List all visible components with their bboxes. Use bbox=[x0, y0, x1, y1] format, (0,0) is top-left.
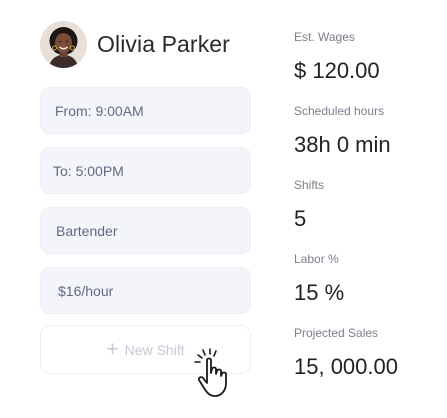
role-field[interactable]: Bartender bbox=[40, 207, 251, 254]
start-time-field[interactable]: From: 9:00AM bbox=[40, 87, 251, 134]
avatar bbox=[40, 21, 87, 68]
start-time-value: From: 9:00AM bbox=[55, 102, 144, 119]
avatar-image bbox=[40, 21, 87, 68]
shifts-label: Shifts bbox=[294, 178, 325, 192]
scheduled-hours-value: 38h 0 min bbox=[294, 132, 391, 157]
labor-percent-value: 15 % bbox=[294, 280, 345, 305]
labor-percent-label: Labor % bbox=[294, 252, 339, 266]
projected-sales-value: 15, 000.00 bbox=[294, 354, 398, 379]
rate-value: $16/hour bbox=[58, 282, 114, 299]
plus-icon: + bbox=[106, 338, 119, 361]
shifts-value: 5 bbox=[294, 206, 307, 231]
est-wages-value: $ 120.00 bbox=[294, 58, 380, 83]
end-time-field[interactable]: To: 5:00PM bbox=[40, 147, 251, 194]
pointer-hand-icon bbox=[194, 348, 227, 397]
est-wages-label: Est. Wages bbox=[294, 30, 355, 44]
employee-name: Olivia Parker bbox=[97, 31, 230, 57]
end-time-value: To: 5:00PM bbox=[53, 162, 124, 179]
projected-sales-label: Projected Sales bbox=[294, 326, 379, 340]
role-value: Bartender bbox=[56, 222, 118, 239]
new-shift-label: New Shift bbox=[124, 341, 185, 358]
rate-field[interactable]: $16/hour bbox=[40, 267, 251, 314]
scheduled-hours-label: Scheduled hours bbox=[294, 104, 385, 118]
